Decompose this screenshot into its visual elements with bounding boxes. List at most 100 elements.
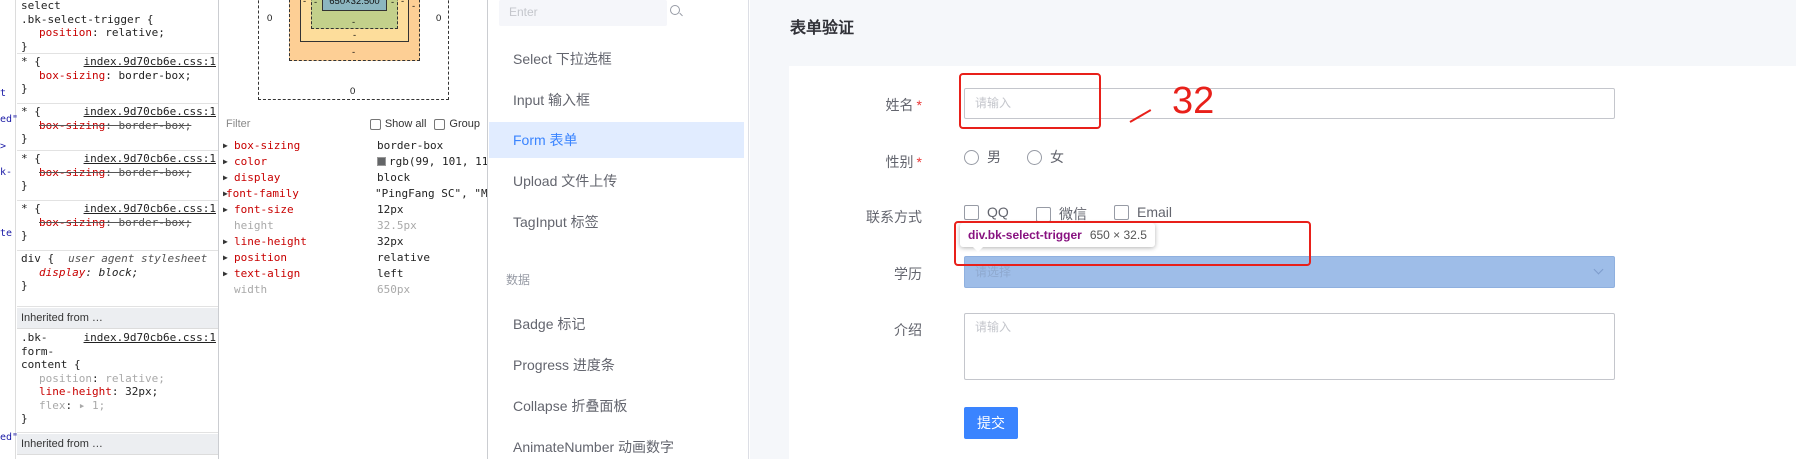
annotation-box-name-input xyxy=(959,73,1101,129)
submit-button[interactable]: 提交 xyxy=(964,407,1018,439)
nav-item-collapse[interactable]: Collapse 折叠面板 xyxy=(489,388,744,424)
computed-filter-input[interactable]: Filter xyxy=(226,118,370,130)
box-model-border[interactable]: padding 650×32.500 - - - - - - - - xyxy=(289,0,420,61)
nav-item-input[interactable]: Input 输入框 xyxy=(489,82,744,118)
computed-property-row[interactable]: ▶ display block xyxy=(220,170,487,186)
elements-tree-edge: t ed" > k- te ed" xyxy=(0,0,19,459)
computed-property-row[interactable]: ▶ box-sizing border-box xyxy=(220,138,487,154)
expand-triangle-icon[interactable]: ▶ xyxy=(223,266,228,282)
overridden-declaration[interactable]: box-sizing: border-box; xyxy=(21,216,216,230)
stylesheet-link[interactable]: index.9d70cb6e.css:1 xyxy=(84,331,216,345)
contact-checkbox-qq[interactable]: QQ xyxy=(964,204,1009,220)
nav-item-select[interactable]: Select 下拉选框 xyxy=(489,41,744,77)
computed-property-row[interactable]: ▶ line-height 32px xyxy=(220,234,487,250)
box-model-value: 0 xyxy=(436,13,442,24)
rule-declaration[interactable]: box-sizing: border-box; xyxy=(21,69,216,83)
rule-selector: select xyxy=(21,0,61,12)
stylesheet-link[interactable]: index.9d70cb6e.css:1 xyxy=(84,152,216,166)
css-rule-universal[interactable]: * { index.9d70cb6e.css:1 box-sizing: bor… xyxy=(17,151,218,201)
box-model-value: - xyxy=(352,17,356,28)
rule-declaration[interactable]: position: relative; xyxy=(21,26,216,40)
box-model-value: - xyxy=(314,0,318,8)
box-model-content[interactable]: 650×32.500 xyxy=(322,0,387,11)
stylesheet-link[interactable]: index.9d70cb6e.css:1 xyxy=(84,202,216,216)
dom-fragment: ed" xyxy=(0,114,19,125)
computed-filter-bar: Filter Show all Group xyxy=(220,114,487,134)
rule-declaration: display: block; xyxy=(39,265,139,279)
group-checkbox[interactable]: Group xyxy=(434,118,480,130)
name-label: 姓名 * xyxy=(885,97,922,113)
computed-properties-list: ▶ box-sizing border-box ▶ color rgb(99, 101,… xyxy=(220,138,487,298)
inactive-declaration[interactable]: position: relative; xyxy=(21,372,216,386)
computed-property-row[interactable]: ▶ font-family "PingFang SC", "M xyxy=(220,186,487,202)
css-rule-universal[interactable]: * { index.9d70cb6e.css:1 box-sizing: bor… xyxy=(17,54,218,104)
overridden-declaration[interactable]: box-sizing: border-box; xyxy=(21,166,216,180)
annotation-number: 32 xyxy=(1172,80,1215,122)
css-rule-div-user-agent[interactable]: div { user agent stylesheet display: bloc… xyxy=(17,251,218,307)
contact-checkbox-email[interactable]: Email xyxy=(1114,204,1172,220)
computed-property-row[interactable]: width 650px xyxy=(220,282,487,298)
box-model-diagram: padding 650×32.500 - - - - - - - - 0 0 0 xyxy=(258,0,449,100)
required-mark: * xyxy=(916,97,922,113)
box-model-value: - xyxy=(401,0,405,7)
page-title: 表单验证 xyxy=(790,20,855,37)
stylesheet-link[interactable]: index.9d70cb6e.css:1 xyxy=(84,55,216,69)
intro-textarea[interactable]: 请输入 xyxy=(964,313,1615,380)
gender-radio-male[interactable]: 男 xyxy=(964,147,1001,167)
gender-radio-female[interactable]: 女 xyxy=(1027,147,1064,167)
color-swatch-icon[interactable] xyxy=(377,157,386,166)
contact-label: 联系方式 xyxy=(866,209,922,225)
dom-fragment: > xyxy=(0,141,7,152)
dom-fragment: k- xyxy=(0,167,13,178)
nav-group-label: 数据 xyxy=(506,273,531,287)
search-icon[interactable] xyxy=(670,5,680,15)
computed-property-row[interactable]: ▶ color rgb(99, 101, 11 xyxy=(220,154,487,170)
box-model-value: - xyxy=(412,1,416,12)
expand-triangle-icon[interactable]: ▶ xyxy=(223,234,228,250)
nav-item-badge[interactable]: Badge 标记 xyxy=(489,306,744,342)
box-model-padding-inner[interactable]: 650×32.500 - - - xyxy=(311,0,398,29)
computed-property-row[interactable]: height 32.5px xyxy=(220,218,487,234)
box-model-value: - xyxy=(391,0,395,8)
education-label: 学历 xyxy=(894,266,922,282)
css-rule-universal[interactable]: * { index.9d70cb6e.css:1 box-sizing: bor… xyxy=(17,201,218,251)
box-model-value: - xyxy=(352,47,356,58)
rule-selector: form- xyxy=(21,344,55,358)
intro-label: 介绍 xyxy=(894,322,922,338)
component-nav-menu: Enter Select 下拉选框 Input 输入框 Form 表单 Uplo… xyxy=(489,0,749,459)
css-rule-select-trigger[interactable]: select .bk-select-trigger { position: re… xyxy=(17,0,218,54)
box-model-margin[interactable]: padding 650×32.500 - - - - - - - - 0 0 0 xyxy=(258,0,449,100)
box-model-margin-value: 0 xyxy=(350,86,356,97)
rule-selector: content { xyxy=(21,358,81,371)
expand-triangle-icon[interactable]: ▶ xyxy=(223,170,228,186)
nav-item-form[interactable]: Form 表单 xyxy=(489,122,744,158)
computed-property-row[interactable]: ▶ font-size 12px xyxy=(220,202,487,218)
devtools-styles-pane: t ed" > k- te ed" select .bk-select-trig… xyxy=(0,0,219,459)
expand-triangle-icon[interactable]: ▶ xyxy=(223,138,228,154)
nav-item-taginput[interactable]: TagInput 标签 xyxy=(489,204,744,240)
expand-triangle-icon[interactable]: ▶ xyxy=(223,154,228,170)
show-all-checkbox[interactable]: Show all xyxy=(369,118,426,130)
box-model-value: - xyxy=(303,0,307,7)
css-rule-form-content[interactable]: .bk- index.9d70cb6e.css:1 form- content … xyxy=(17,330,218,433)
inactive-declaration[interactable]: flex: ▸ 1; xyxy=(21,399,216,413)
expand-triangle-icon[interactable]: ▶ xyxy=(223,202,228,218)
computed-property-row[interactable]: ▶ text-align left xyxy=(220,266,487,282)
nav-item-upload[interactable]: Upload 文件上传 xyxy=(489,163,744,199)
user-agent-label: user agent stylesheet xyxy=(68,252,208,265)
rule-selector: .bk-select-trigger { xyxy=(21,12,154,26)
box-model-value: 0 xyxy=(267,13,273,24)
nav-item-animatenumber[interactable]: AnimateNumber 动画数字 xyxy=(489,429,744,459)
annotation-box-select-trigger xyxy=(954,221,1311,266)
css-rule-universal[interactable]: * { index.9d70cb6e.css:1 box-sizing: bor… xyxy=(17,104,218,151)
computed-property-row[interactable]: ▶ position relative xyxy=(220,250,487,266)
stylesheet-link[interactable]: index.9d70cb6e.css:1 xyxy=(84,105,216,119)
box-model-padding[interactable]: padding 650×32.500 - - - - - - xyxy=(300,0,409,42)
nav-item-progress[interactable]: Progress 进度条 xyxy=(489,347,744,383)
overridden-declaration[interactable]: box-sizing: border-box; xyxy=(21,119,216,133)
nav-search-input[interactable]: Enter xyxy=(499,0,667,26)
expand-triangle-icon[interactable]: ▶ xyxy=(223,250,228,266)
rule-declaration[interactable]: line-height: 32px; xyxy=(21,385,216,399)
rule-selector: div { xyxy=(21,252,55,265)
dom-fragment: t xyxy=(0,88,7,99)
